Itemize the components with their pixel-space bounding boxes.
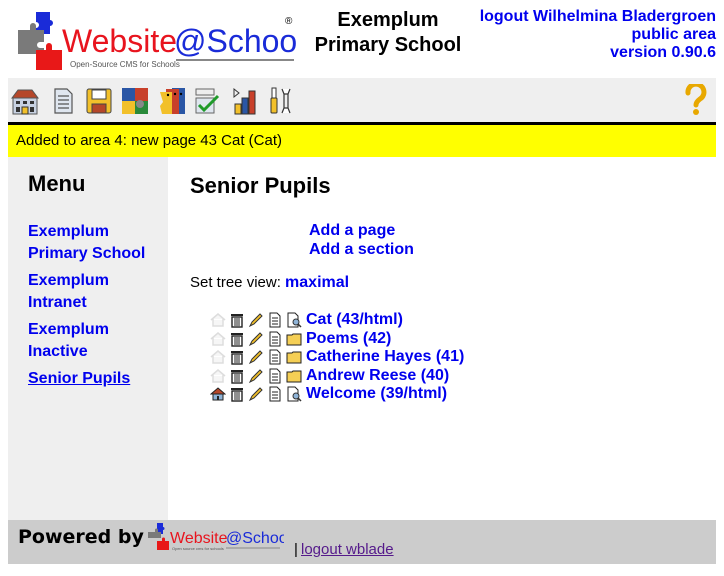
footer-logo-text-website: Website [170, 530, 228, 547]
site-title-line1: Exemplum [337, 9, 439, 31]
page: Website @School ® Open-Source CMS for Sc… [8, 0, 716, 520]
add-links: Add a page Add a section [309, 221, 414, 259]
home-inactive-icon[interactable] [210, 368, 226, 384]
tree-item-link[interactable]: Cat (43/html) [306, 311, 403, 329]
trash-icon[interactable] [229, 368, 245, 384]
website-at-school-logo: Website @School ® Open-Source CMS for Sc… [18, 12, 298, 70]
header-links: logout Wilhelmina Bladergroen public are… [480, 8, 716, 62]
logout-link[interactable]: logout Wilhelmina Bladergroen [480, 8, 716, 26]
pencil-icon[interactable] [248, 331, 264, 347]
tree-item-link[interactable]: Poems (42) [306, 330, 391, 348]
pencil-icon[interactable] [248, 349, 264, 365]
trash-icon[interactable] [229, 331, 245, 347]
page-preview-icon[interactable] [286, 312, 302, 328]
tree-item-link[interactable]: Andrew Reese (40) [306, 367, 449, 385]
menu-item-senior-pupils[interactable]: Senior Pupils [28, 368, 163, 390]
checklist-icon[interactable] [192, 86, 222, 116]
trash-icon[interactable] [229, 386, 245, 402]
folder-icon[interactable] [286, 349, 302, 365]
tree-row: Cat (43/html) [210, 311, 464, 330]
logo-text-website: Website [62, 23, 177, 59]
tools-icon[interactable] [266, 86, 296, 116]
menu-list: Exemplum Primary School Exemplum Intrane… [28, 221, 163, 395]
registered-mark: ® [285, 16, 293, 27]
home-inactive-icon[interactable] [210, 349, 226, 365]
tree-row: Andrew Reese (40) [210, 367, 464, 386]
faces-icon[interactable] [158, 86, 188, 116]
trash-icon[interactable] [229, 349, 245, 365]
question-mark-icon[interactable] [684, 84, 708, 116]
footer: Powered by Website @School Open source c… [8, 520, 716, 564]
pencil-icon[interactable] [248, 312, 264, 328]
footer-logo-text-school: @School [226, 530, 284, 547]
puzzle-logo-icon [18, 12, 62, 70]
add-page-link[interactable]: Add a page [309, 221, 414, 240]
menu-item-line1: Exemplum [28, 223, 109, 240]
document-icon[interactable] [267, 386, 283, 402]
footer-separator: | [294, 541, 298, 558]
toolbar [8, 78, 716, 125]
logo-tagline: Open-Source CMS for Schools [70, 60, 180, 69]
tree-item-link[interactable]: Welcome (39/html) [306, 385, 447, 403]
sidebar: Menu Exemplum Primary School Exemplum In… [8, 157, 168, 520]
document-icon[interactable] [267, 331, 283, 347]
menu-item-exemplum-primary-school[interactable]: Exemplum Primary School [28, 221, 163, 265]
footer-logout-link[interactable]: logout wblade [301, 541, 394, 558]
tree-row: Catherine Hayes (41) [210, 348, 464, 367]
tree-item-link[interactable]: Catherine Hayes (41) [306, 348, 464, 366]
tree-row: Welcome (39/html) [210, 385, 464, 404]
menu-item-exemplum-inactive[interactable]: Exemplum Inactive [28, 319, 163, 363]
site-title: Exemplum Primary School [303, 8, 473, 58]
pencil-icon[interactable] [248, 368, 264, 384]
floppy-disk-icon[interactable] [84, 86, 114, 116]
puzzle-logo-icon [148, 523, 169, 550]
document-icon[interactable] [48, 86, 78, 116]
menu-item-line1: Exemplum [28, 272, 109, 289]
menu-item-line2: Inactive [28, 343, 88, 360]
tree-view-setting: Set tree view: maximal [190, 274, 349, 292]
bar-chart-icon[interactable] [230, 86, 260, 116]
menu-item-exemplum-intranet[interactable]: Exemplum Intranet [28, 270, 163, 314]
header: Website @School ® Open-Source CMS for Sc… [8, 0, 716, 78]
menu-item-line1: Exemplum [28, 321, 109, 338]
page-tree: Cat (43/html) Poems (42) Catherine Hayes… [210, 311, 464, 404]
menu-item-line2: Primary School [28, 245, 146, 262]
menu-title: Menu [28, 171, 86, 196]
tree-view-label: Set tree view: [190, 274, 281, 291]
trash-icon[interactable] [229, 312, 245, 328]
version-link[interactable]: version 0.90.6 [480, 44, 716, 62]
document-icon[interactable] [267, 312, 283, 328]
folder-icon[interactable] [286, 368, 302, 384]
content: Menu Exemplum Primary School Exemplum In… [8, 157, 716, 520]
home-inactive-icon[interactable] [210, 312, 226, 328]
tree-view-maximal-link[interactable]: maximal [285, 274, 349, 291]
site-title-line2: Primary School [314, 34, 462, 56]
footer-logo[interactable]: Website @School Open source cms for scho… [146, 522, 284, 552]
document-icon[interactable] [267, 349, 283, 365]
document-icon[interactable] [267, 368, 283, 384]
home-default-icon[interactable] [210, 386, 226, 402]
menu-item-line2: Intranet [28, 294, 87, 311]
powered-by-label: Powered by [18, 526, 144, 548]
footer-logo-tagline: Open source cms for schools [172, 546, 224, 551]
logo-text-school: @School [174, 23, 298, 59]
add-section-link[interactable]: Add a section [309, 240, 414, 259]
message-bar: Added to area 4: new page 43 Cat (Cat) [8, 125, 716, 157]
pencil-icon[interactable] [248, 386, 264, 402]
public-area-link[interactable]: public area [480, 26, 716, 44]
folder-icon[interactable] [286, 331, 302, 347]
tree-row: Poems (42) [210, 330, 464, 349]
puzzle-icon[interactable] [120, 86, 150, 116]
page-preview-icon[interactable] [286, 386, 302, 402]
home-inactive-icon[interactable] [210, 331, 226, 347]
building-icon[interactable] [10, 86, 40, 116]
page-title: Senior Pupils [190, 173, 331, 198]
